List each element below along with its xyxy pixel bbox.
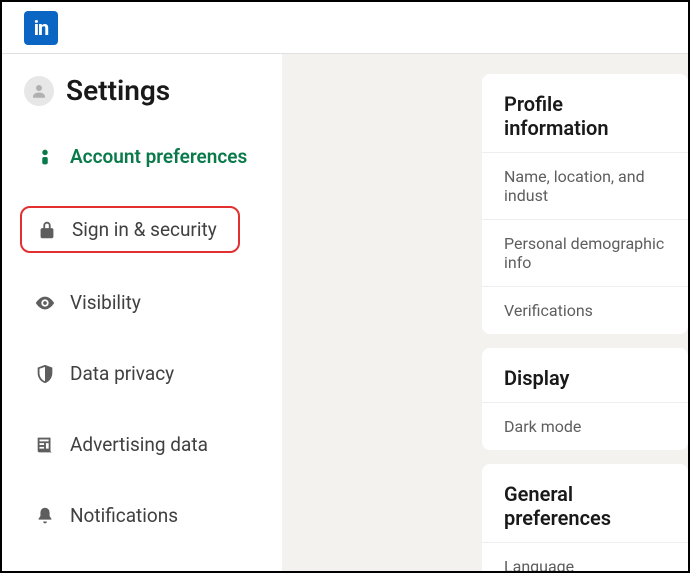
- sidebar-item-label: Notifications: [70, 504, 178, 527]
- card-row-name-location[interactable]: Name, location, and indust: [482, 152, 688, 219]
- bell-icon: [34, 505, 56, 527]
- sidebar-item-notifications[interactable]: Notifications: [20, 494, 282, 537]
- sidebar-item-label: Visibility: [70, 291, 141, 314]
- newspaper-icon: [34, 434, 56, 456]
- sidebar-item-label: Advertising data: [70, 433, 208, 456]
- card-profile-information: Profile information Name, location, and …: [482, 74, 688, 334]
- linkedin-logo[interactable]: in: [24, 11, 58, 45]
- eye-icon: [34, 292, 56, 314]
- card-display: Display Dark mode: [482, 348, 688, 450]
- sidebar-item-label: Data privacy: [70, 362, 174, 385]
- page-title: Settings: [66, 74, 170, 107]
- header: in: [2, 2, 688, 54]
- shield-icon: [34, 363, 56, 385]
- card-title: Profile information: [482, 74, 688, 152]
- sidebar-item-sign-in-security[interactable]: Sign in & security: [20, 206, 240, 253]
- card-row-dark-mode[interactable]: Dark mode: [482, 402, 688, 450]
- main: Settings Account preferences Sign in & s…: [2, 54, 688, 571]
- sidebar-item-data-privacy[interactable]: Data privacy: [20, 352, 282, 395]
- person-icon: [34, 146, 56, 168]
- card-title: Display: [482, 348, 688, 402]
- avatar-icon: [30, 82, 48, 100]
- card-title: General preferences: [482, 464, 688, 542]
- content-inner: Profile information Name, location, and …: [482, 74, 688, 571]
- content-area: Profile information Name, location, and …: [282, 54, 688, 571]
- sidebar-item-account-preferences[interactable]: Account preferences: [20, 135, 282, 178]
- card-row-demographic[interactable]: Personal demographic info: [482, 219, 688, 286]
- card-row-language[interactable]: Language: [482, 542, 688, 571]
- avatar[interactable]: [24, 76, 54, 106]
- sidebar: Settings Account preferences Sign in & s…: [2, 54, 282, 571]
- settings-header: Settings: [20, 74, 282, 107]
- logo-text: in: [34, 16, 49, 40]
- sidebar-item-label: Sign in & security: [72, 218, 217, 241]
- sidebar-item-label: Account preferences: [70, 145, 247, 168]
- card-general-preferences: General preferences Language Content lan…: [482, 464, 688, 571]
- lock-icon: [36, 219, 58, 241]
- sidebar-item-visibility[interactable]: Visibility: [20, 281, 282, 324]
- card-row-verifications[interactable]: Verifications: [482, 286, 688, 334]
- sidebar-item-advertising-data[interactable]: Advertising data: [20, 423, 282, 466]
